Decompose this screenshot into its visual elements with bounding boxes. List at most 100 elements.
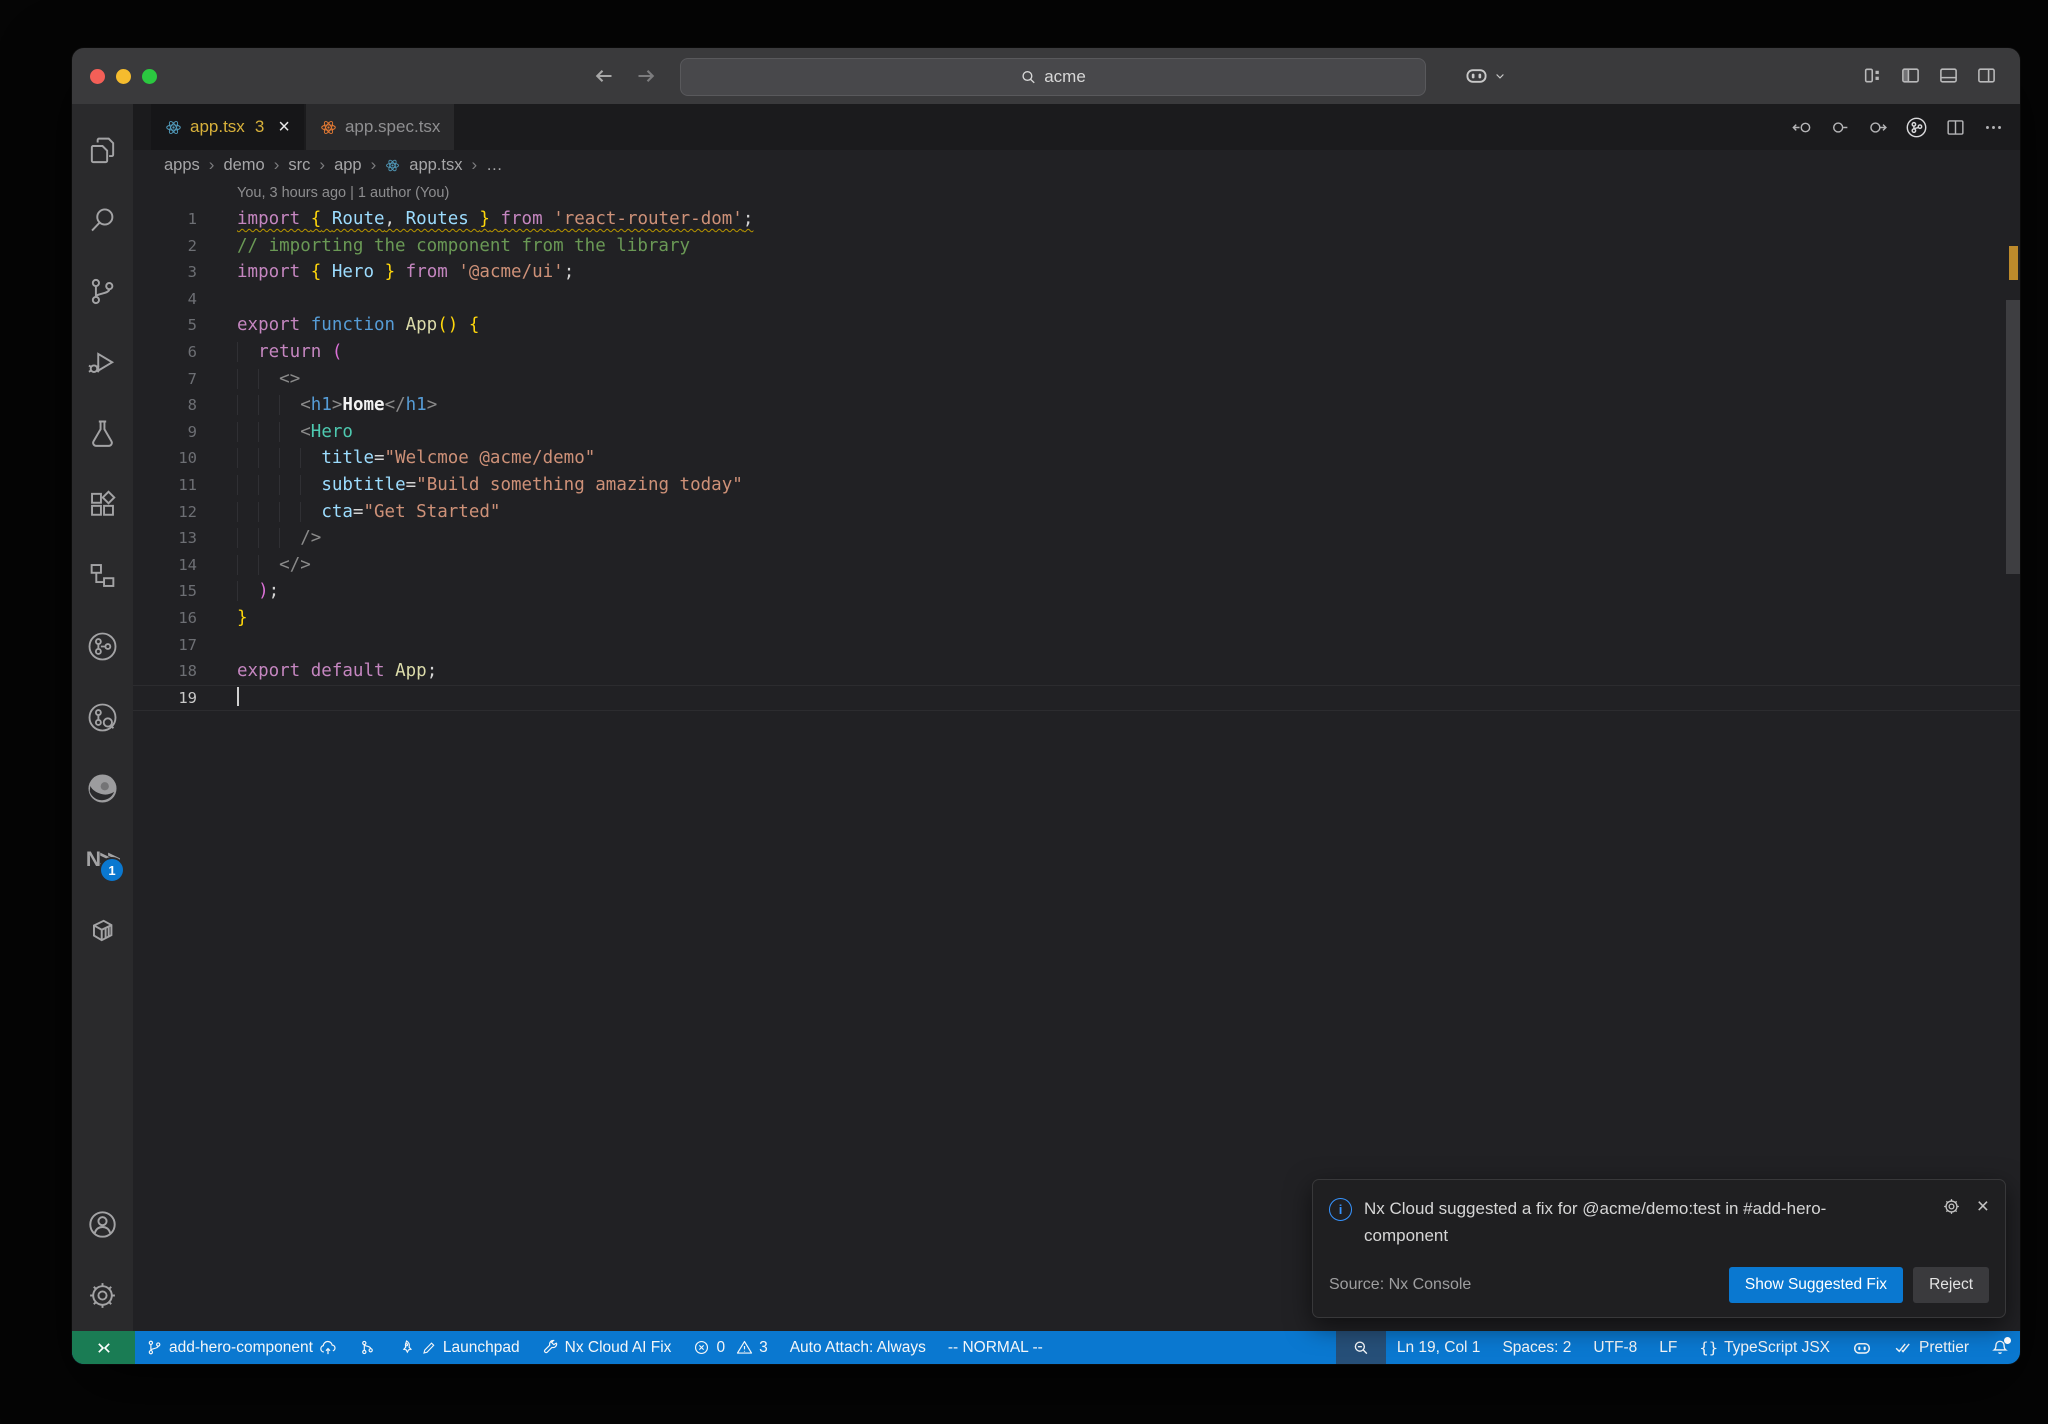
- wrench-icon: [543, 1339, 557, 1354]
- code-line[interactable]: 14 </>: [133, 552, 2020, 579]
- cursor-position-status[interactable]: Ln 19, Col 1: [1386, 1331, 1492, 1364]
- explorer-icon[interactable]: [72, 114, 133, 185]
- code-line[interactable]: 5 export function App() {: [133, 312, 2020, 339]
- copilot-status[interactable]: [1841, 1331, 1883, 1364]
- indentation-status[interactable]: Spaces: 2: [1491, 1331, 1582, 1364]
- crumb-symbol[interactable]: …: [486, 156, 503, 175]
- minimize-window-button[interactable]: [116, 69, 131, 84]
- vim-mode-status[interactable]: -- NORMAL --: [937, 1331, 1054, 1364]
- edge-browser-icon[interactable]: [72, 753, 133, 824]
- graph-icon[interactable]: [72, 611, 133, 682]
- copilot-menu[interactable]: [1464, 63, 1506, 88]
- code-line[interactable]: 15 );: [133, 578, 2020, 605]
- graph-search-icon[interactable]: [72, 682, 133, 753]
- notification-settings-gear-icon[interactable]: [1942, 1197, 1961, 1216]
- forward-arrow-icon[interactable]: [634, 64, 658, 88]
- crumb-apps[interactable]: apps: [164, 156, 200, 175]
- nx-run-target-icon[interactable]: [1905, 116, 1928, 139]
- cloud-upload-icon: [320, 1340, 336, 1354]
- tab-app-tsx[interactable]: app.tsx 3 ×: [151, 104, 304, 150]
- code-line[interactable]: 3 import { Hero } from '@acme/ui';: [133, 259, 2020, 286]
- crumb-demo[interactable]: demo: [223, 156, 264, 175]
- warning-squiggle: import { Route, Routes } from 'react-rou…: [237, 209, 754, 229]
- goto-previous-icon[interactable]: [1791, 117, 1812, 138]
- testing-icon[interactable]: [72, 398, 133, 469]
- code-line[interactable]: 1 import { Route, Routes } from 'react-ro…: [133, 206, 2020, 233]
- activity-bar: N≫ 1: [72, 104, 133, 1331]
- warning-icon: [736, 1340, 753, 1354]
- line-number: 8: [187, 396, 197, 415]
- chevron-right-icon: ›: [319, 155, 326, 174]
- run-circle-icon[interactable]: [1829, 117, 1850, 138]
- back-arrow-icon[interactable]: [592, 64, 616, 88]
- traffic-lights: [90, 69, 157, 84]
- references-icon[interactable]: [72, 540, 133, 611]
- notification-toast: i Nx Cloud suggested a fix for @acme/dem…: [1312, 1179, 2006, 1318]
- customize-layout-icon[interactable]: [1862, 65, 1883, 86]
- settings-gear-icon[interactable]: [72, 1260, 133, 1331]
- code-line[interactable]: 19: [133, 685, 2020, 712]
- zoom-indicator[interactable]: [1335, 1331, 1386, 1364]
- code-editor[interactable]: 1 import { Route, Routes } from 'react-ro…: [133, 206, 2020, 1331]
- toggle-secondary-sidebar-icon[interactable]: [1976, 65, 1997, 86]
- close-window-button[interactable]: [90, 69, 105, 84]
- tab-app-spec-tsx[interactable]: app.spec.tsx: [305, 104, 455, 150]
- code-line[interactable]: 7 <>: [133, 366, 2020, 393]
- auto-attach-status[interactable]: Auto Attach: Always: [779, 1331, 937, 1364]
- code-line[interactable]: 13 />: [133, 525, 2020, 552]
- eol-status[interactable]: LF: [1648, 1331, 1688, 1364]
- command-center-search[interactable]: acme: [680, 58, 1426, 96]
- code-line[interactable]: 2// importing the component from the lib…: [133, 233, 2020, 260]
- crumb-app[interactable]: app: [334, 156, 362, 175]
- remote-indicator[interactable]: [72, 1331, 135, 1364]
- crumb-src[interactable]: src: [288, 156, 310, 175]
- code-line[interactable]: 6 return (: [133, 339, 2020, 366]
- containers-icon[interactable]: [72, 895, 133, 966]
- toggle-panel-icon[interactable]: [1938, 65, 1959, 86]
- reject-button[interactable]: Reject: [1913, 1267, 1989, 1303]
- zoom-window-button[interactable]: [142, 69, 157, 84]
- code-line[interactable]: 4: [133, 286, 2020, 313]
- search-icon[interactable]: [72, 185, 133, 256]
- git-blame-annotation: You, 3 hours ago | 1 author (You): [133, 180, 2020, 206]
- code-line[interactable]: 16}: [133, 605, 2020, 632]
- scrollbar-thumb[interactable]: [2006, 300, 2020, 574]
- crumb-file[interactable]: app.tsx: [409, 156, 462, 175]
- formatter-status[interactable]: Prettier: [1883, 1331, 1980, 1364]
- toggle-primary-sidebar-icon[interactable]: [1900, 65, 1921, 86]
- run-forward-icon[interactable]: [1867, 117, 1888, 138]
- copilot-icon: [1464, 63, 1489, 88]
- more-actions-icon[interactable]: [1983, 117, 2004, 138]
- code-line[interactable]: 11 subtitle="Build something amazing tod…: [133, 472, 2020, 499]
- code-line[interactable]: 9 <Hero: [133, 419, 2020, 446]
- git-branch-status[interactable]: add-hero-component: [135, 1331, 348, 1364]
- close-icon[interactable]: ×: [1977, 1196, 1989, 1217]
- language-mode-status[interactable]: {} TypeScript JSX: [1688, 1331, 1841, 1364]
- line-number: 11: [178, 475, 197, 494]
- run-debug-icon[interactable]: [72, 327, 133, 398]
- show-suggested-fix-button[interactable]: Show Suggested Fix: [1728, 1267, 1904, 1303]
- code-line[interactable]: 12 cta="Get Started": [133, 499, 2020, 526]
- code-line[interactable]: 18 export default App;: [133, 658, 2020, 685]
- line-number: 15: [178, 582, 197, 601]
- split-editor-icon[interactable]: [1945, 117, 1966, 138]
- nx-cloud-ai-fix-status[interactable]: Nx Cloud AI Fix: [531, 1331, 683, 1364]
- close-icon[interactable]: ×: [278, 117, 290, 137]
- problems-status[interactable]: 0 3: [682, 1331, 778, 1364]
- chevron-down-icon: [1494, 70, 1506, 82]
- code-line[interactable]: 17: [133, 632, 2020, 659]
- vscode-window: acme 1 app.tsx 3 × app.spec.tsx apps › d…: [72, 48, 2020, 1364]
- nx-badge: 1: [99, 857, 125, 883]
- title-bar: acme: [72, 48, 2020, 104]
- extensions-icon[interactable]: [72, 469, 133, 540]
- launchpad-status[interactable]: Launchpad: [387, 1331, 531, 1364]
- code-line[interactable]: 10 title="Welcmoe @acme/demo": [133, 445, 2020, 472]
- code-line[interactable]: 8 <h1>Home</h1>: [133, 392, 2020, 419]
- source-control-icon[interactable]: [72, 256, 133, 327]
- editor-scrollbar[interactable]: [2006, 198, 2020, 1331]
- accounts-icon[interactable]: [72, 1189, 133, 1260]
- nx-console-icon[interactable]: N≫ 1: [72, 824, 133, 895]
- nx-status-item[interactable]: [348, 1331, 387, 1364]
- encoding-status[interactable]: UTF-8: [1582, 1331, 1648, 1364]
- notifications-status[interactable]: [1980, 1331, 2020, 1364]
